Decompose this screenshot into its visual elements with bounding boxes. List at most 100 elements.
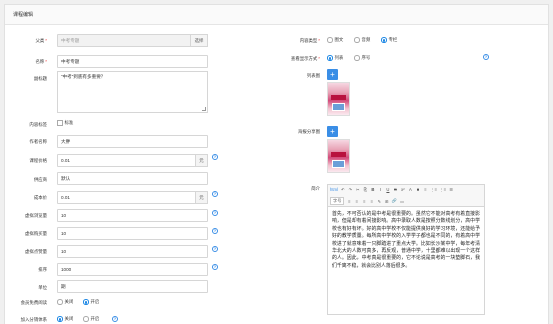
list-image-thumbnail[interactable]: [327, 82, 350, 116]
radio-dot-selected[interactable]: [83, 299, 89, 305]
vendor-input[interactable]: 默认: [57, 172, 208, 185]
tag-standard-checkbox[interactable]: 标准: [57, 120, 73, 126]
toolbar-row-1: html ↶ ↷ ✂ ⎘ B I U S x² A ■ ≡ ⋮≡ ⋮≡ ☰: [330, 187, 454, 192]
textarea-resize-handle[interactable]: [202, 107, 206, 111]
ordered-list-icon[interactable]: ⋮≡: [430, 187, 437, 192]
radio-dot-selected[interactable]: [327, 55, 333, 61]
book-cover-image: [328, 83, 349, 115]
align-justify-icon[interactable]: ≡: [369, 199, 374, 204]
list-image-add-button[interactable]: +: [327, 69, 338, 80]
copy-icon[interactable]: ⎘: [363, 187, 368, 192]
intro-label: 简介: [311, 186, 320, 191]
editor-toolbar: html ↶ ↷ ✂ ⎘ B I U S x² A ■ ≡ ⋮≡ ⋮≡ ☰ 字号…: [327, 184, 485, 207]
toolbar-row-2: 字号 ≡ ≡ ≡ ≡ ✎ ⊞ 🔗 ▭: [330, 197, 405, 205]
redo-icon[interactable]: ↷: [348, 187, 353, 192]
member-free-label: 会员免费阅读: [20, 300, 47, 305]
radio-label: 开启: [90, 316, 100, 321]
intro-text[interactable]: 首先，不可否认的是中考是很重要的。虽然它不能对高考有着直接影响，但是却有着间接影…: [332, 211, 480, 270]
display-mode-number-radio[interactable]: 序号: [354, 55, 370, 61]
align-left-icon[interactable]: ≡: [347, 199, 352, 204]
virtual-buys-label: 虚拟购买量: [25, 231, 47, 236]
table-icon[interactable]: ⊞: [384, 199, 389, 204]
join-distribution-on-radio[interactable]: 开启: [83, 316, 99, 322]
author-input[interactable]: 大胖: [57, 135, 208, 148]
cost-input[interactable]: 0.01: [57, 191, 196, 204]
join-distribution-label: 加入分销体系: [20, 317, 47, 322]
radio-dot[interactable]: [83, 316, 89, 322]
cost-unit: 元: [195, 191, 208, 204]
tag-option-label: 标准: [64, 120, 74, 125]
content-type-column-radio[interactable]: 专栏: [381, 37, 397, 43]
price-input[interactable]: 0.01: [57, 154, 196, 167]
font-size-select[interactable]: 字号: [330, 197, 345, 205]
radio-dot-selected[interactable]: [381, 37, 387, 43]
book-cover-image: [328, 140, 349, 172]
join-distribution-help-icon[interactable]: ?: [112, 316, 118, 322]
checkbox-box[interactable]: [57, 120, 63, 126]
virtual-views-label: 虚拟浏览量: [25, 213, 47, 218]
parent-input[interactable]: 中考专题: [57, 34, 191, 47]
share-image-thumbnail[interactable]: [327, 139, 350, 173]
radio-label: 专栏: [388, 37, 398, 42]
parent-select-button[interactable]: 选择: [190, 34, 208, 47]
sort-input[interactable]: 1000: [57, 263, 208, 276]
virtual-views-help-icon[interactable]: ?: [212, 210, 218, 216]
tags-label: 内容标签: [29, 122, 47, 127]
price-help-icon[interactable]: ?: [212, 154, 218, 160]
panel-title: 课程编辑: [5, 5, 548, 25]
share-image-add-button[interactable]: +: [327, 126, 338, 137]
unit-input[interactable]: 期: [57, 280, 208, 293]
display-mode-help-icon[interactable]: ?: [483, 54, 489, 60]
content-type-audio-radio[interactable]: 音频: [354, 37, 370, 43]
link-icon[interactable]: 🔗: [392, 198, 397, 204]
sort-label: 排序: [38, 267, 47, 272]
image-icon[interactable]: ▭: [400, 199, 405, 204]
list-image-label: 列表图: [306, 73, 320, 78]
radio-label: 列表: [334, 55, 344, 60]
virtual-likes-input[interactable]: 10: [57, 245, 208, 258]
vendor-label: 供应商: [33, 177, 47, 182]
superscript-icon[interactable]: x²: [400, 187, 405, 192]
parent-label: 父类*: [35, 38, 47, 43]
underline-icon[interactable]: U: [385, 187, 390, 192]
intro-editor[interactable]: 首先，不可否认的是中考是很重要的。虽然它不能对高考有着直接影响，但是却有着间接影…: [327, 207, 485, 315]
pen-icon[interactable]: ✎: [377, 199, 382, 204]
bold-icon[interactable]: B: [370, 187, 375, 192]
summary-label: 副标题: [33, 76, 47, 81]
radio-dot[interactable]: [327, 37, 333, 43]
virtual-likes-help-icon[interactable]: ?: [212, 246, 218, 252]
display-mode-list-radio[interactable]: 列表: [327, 55, 343, 61]
name-input[interactable]: 中考专题: [57, 55, 208, 68]
unit-label: 单位: [38, 285, 47, 290]
radio-label: 关闭: [64, 299, 74, 304]
member-free-off-radio[interactable]: 关闭: [57, 299, 73, 305]
indent-icon[interactable]: ☰: [449, 187, 454, 192]
radio-dot-selected[interactable]: [57, 316, 63, 322]
cost-help-icon[interactable]: ?: [212, 191, 218, 197]
undo-icon[interactable]: ↶: [340, 187, 345, 192]
virtual-views-input[interactable]: 10: [57, 209, 208, 222]
virtual-buys-help-icon[interactable]: ?: [212, 228, 218, 234]
align-right-icon[interactable]: ≡: [362, 199, 367, 204]
align-center-icon[interactable]: ≡: [354, 199, 359, 204]
cut-icon[interactable]: ✂: [355, 187, 360, 192]
html-source-icon[interactable]: html: [330, 187, 338, 192]
font-color-icon[interactable]: A: [408, 187, 413, 192]
summary-textarea[interactable]: “中考”到底有多重要？: [57, 71, 208, 113]
align-icon[interactable]: ≡: [423, 187, 428, 192]
unordered-list-icon[interactable]: ⋮≡: [440, 187, 447, 192]
virtual-likes-label: 虚拟点赞量: [25, 249, 47, 254]
sort-help-icon[interactable]: ?: [212, 264, 218, 270]
italic-icon[interactable]: I: [378, 187, 383, 192]
radio-dot[interactable]: [354, 37, 360, 43]
radio-label: 音频: [361, 37, 371, 42]
radio-dot[interactable]: [57, 299, 63, 305]
join-distribution-off-radio[interactable]: 关闭: [57, 316, 73, 322]
background-color-icon[interactable]: ■: [415, 187, 420, 192]
radio-dot[interactable]: [354, 55, 360, 61]
content-type-text-radio[interactable]: 图文: [327, 37, 343, 43]
strikethrough-icon[interactable]: S: [393, 187, 398, 192]
member-free-on-radio[interactable]: 开启: [83, 299, 99, 305]
content-type-label: 内容类型*: [299, 38, 320, 43]
virtual-buys-input[interactable]: 10: [57, 227, 208, 240]
